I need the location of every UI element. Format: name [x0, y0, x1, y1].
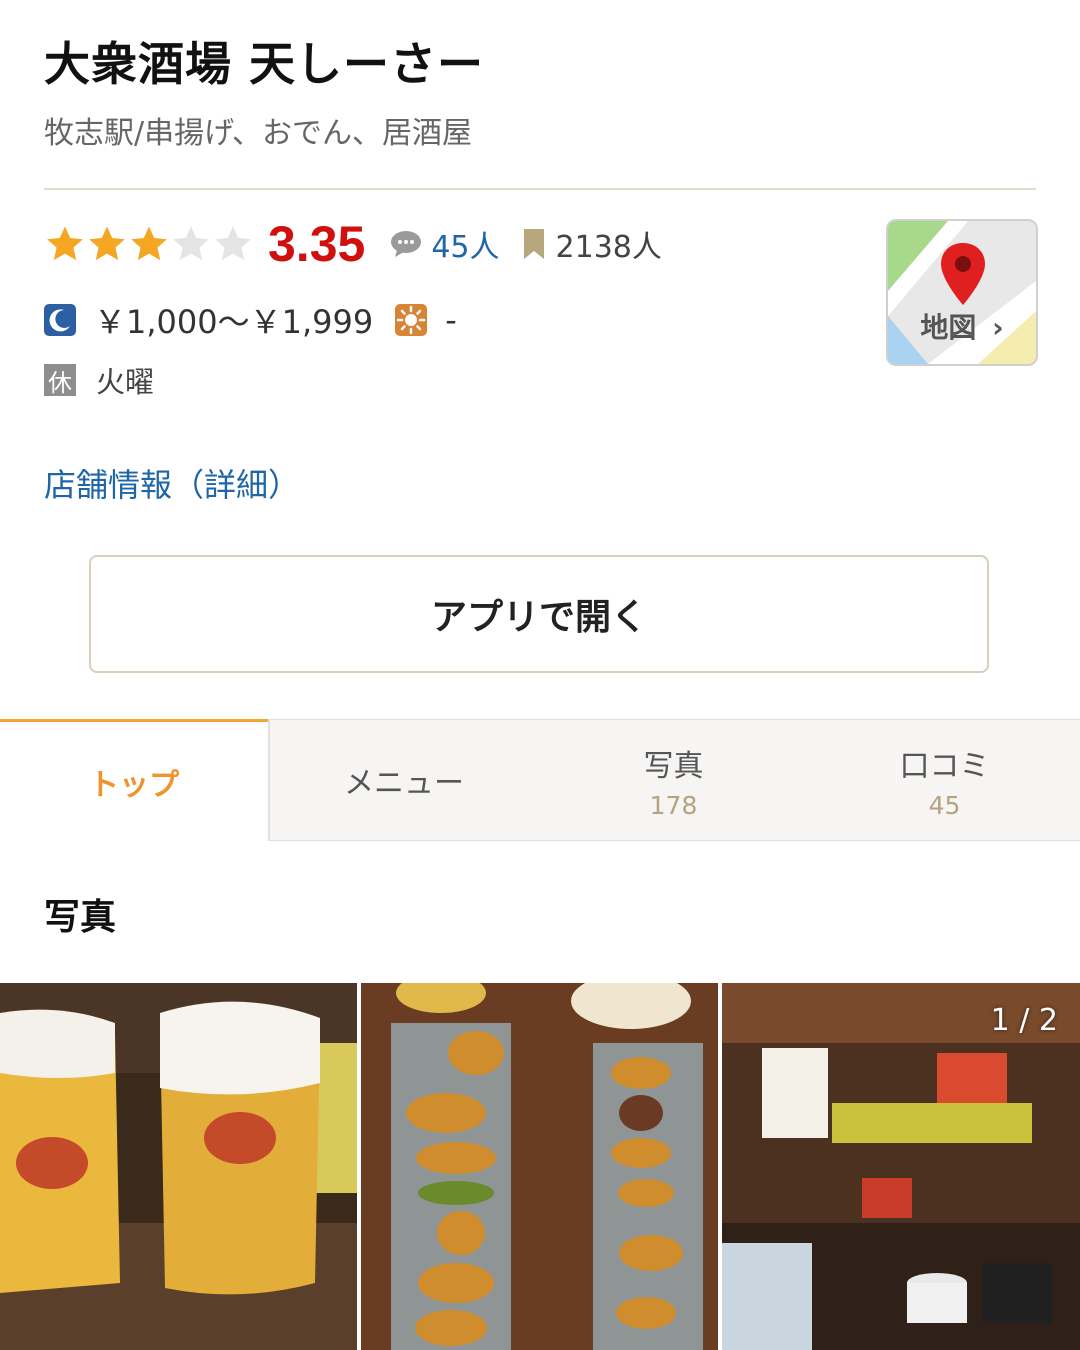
- tab-count: 45: [928, 790, 961, 820]
- kushiage-skewers-photo[interactable]: [361, 983, 718, 1350]
- tab-label: メニュー: [344, 766, 464, 801]
- chevron-right-icon: ›: [992, 311, 1004, 344]
- star-empty-icon: [173, 226, 209, 261]
- tab-top[interactable]: トップ: [0, 719, 268, 841]
- star-filled-icon: [89, 226, 125, 261]
- dinner-price: ￥1,000～￥1,999: [94, 303, 374, 341]
- open-in-app-button[interactable]: アプリで開く: [89, 555, 989, 673]
- holiday-value: 火曜: [96, 365, 155, 399]
- restaurant-name: 大衆酒場 天しーさー: [44, 37, 485, 91]
- tab-label: 口コミ: [899, 748, 990, 784]
- map-pin-icon: [941, 243, 985, 305]
- star-filled-icon: [47, 226, 83, 261]
- photo-counter: 1 / 2: [990, 1003, 1058, 1038]
- review-count-link[interactable]: 45人: [431, 222, 499, 266]
- sun-icon: [395, 304, 428, 336]
- tab-label: 写真: [643, 748, 704, 784]
- star-filled-icon: [131, 226, 167, 261]
- divider: [44, 188, 1036, 190]
- bookmark-icon: [523, 229, 544, 259]
- map-button[interactable]: 地図 ›: [886, 219, 1038, 366]
- price-row: ￥1,000～￥1,999 -: [44, 298, 479, 342]
- tab-menu[interactable]: メニュー: [268, 719, 538, 841]
- tab-label: トップ: [89, 767, 179, 803]
- tab-reviews[interactable]: 口コミ 45: [809, 719, 1080, 841]
- save-count: 2138人: [555, 230, 662, 265]
- restaurant-subtitle: 牧志駅/串揚げ、おでん、居酒屋: [44, 116, 473, 151]
- map-label-text: 地図: [920, 311, 977, 344]
- holiday-badge: 休: [44, 364, 76, 397]
- rating-row: 3.35 45人 2138人: [44, 214, 662, 274]
- map-label: 地図 ›: [888, 306, 1036, 346]
- star-rating: [44, 223, 254, 265]
- speech-bubble-icon: [391, 231, 422, 257]
- photos-section-title: 写真: [44, 897, 117, 938]
- tab-count: 178: [649, 790, 698, 820]
- photo-carousel[interactable]: 1 / 2: [0, 983, 1080, 1350]
- tab-photos[interactable]: 写真 178: [538, 719, 809, 841]
- beer-mugs-photo[interactable]: [0, 983, 357, 1350]
- tab-bar: トップ メニュー 写真 178 口コミ 45: [0, 719, 1080, 841]
- moon-icon: [44, 304, 76, 336]
- izakaya-counter-photo[interactable]: 1 / 2: [722, 983, 1080, 1350]
- star-empty-icon: [215, 226, 251, 261]
- holiday-row: 休 火曜: [44, 362, 155, 399]
- store-detail-link[interactable]: 店舗情報（詳細）: [44, 460, 300, 506]
- rating-score: 3.35: [268, 216, 366, 272]
- lunch-price: -: [445, 301, 457, 339]
